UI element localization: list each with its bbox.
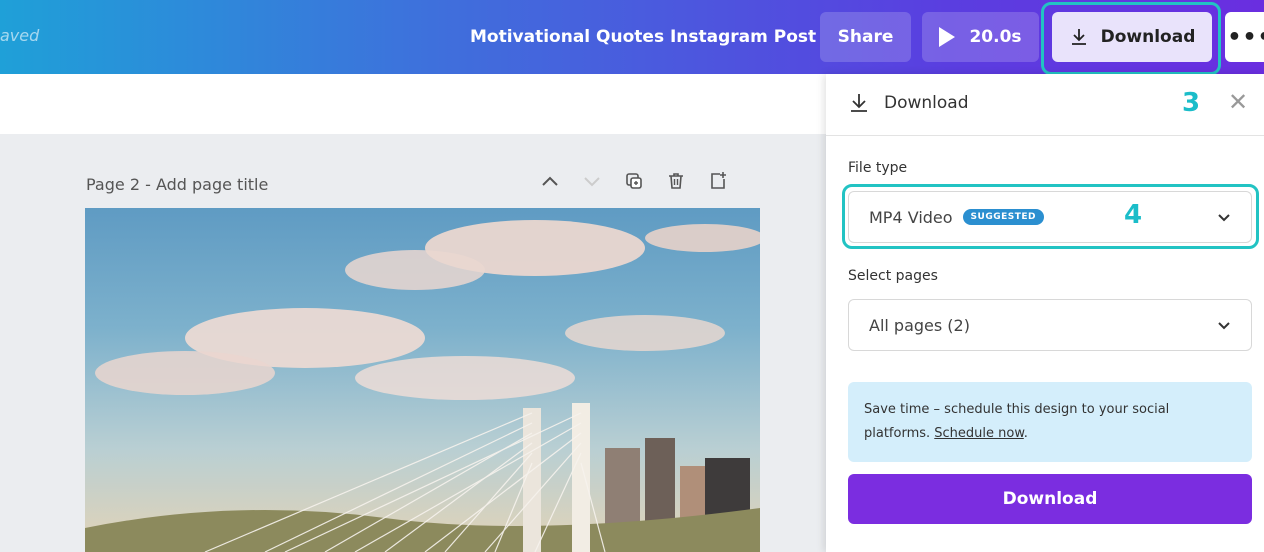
more-button[interactable]: ••• bbox=[1225, 12, 1264, 62]
step-marker-3: 3 bbox=[1182, 88, 1201, 118]
play-icon bbox=[939, 27, 956, 47]
download-icon bbox=[851, 94, 867, 112]
chevron-down-icon bbox=[1217, 316, 1231, 335]
chevron-up-icon[interactable] bbox=[540, 174, 560, 188]
download-button[interactable]: Download bbox=[848, 474, 1252, 524]
document-title[interactable]: Motivational Quotes Instagram Post bbox=[470, 27, 816, 47]
more-icon: ••• bbox=[1227, 24, 1264, 50]
close-icon[interactable]: ✕ bbox=[1228, 88, 1248, 116]
file-type-value: MP4 Video bbox=[869, 207, 953, 227]
design-photo-bridge[interactable] bbox=[85, 208, 760, 552]
download-panel: Download 3 ✕ File type MP4 Video SUGGEST… bbox=[826, 74, 1264, 552]
chevron-down-icon[interactable] bbox=[582, 174, 602, 188]
bridge-image bbox=[85, 220, 760, 552]
trash-icon[interactable] bbox=[666, 171, 686, 191]
saved-status: aved bbox=[0, 26, 40, 45]
page-title[interactable]: Page 2 - Add page title bbox=[86, 175, 268, 194]
page-tools bbox=[540, 171, 728, 191]
panel-divider bbox=[826, 135, 1264, 136]
download-top-label: Download bbox=[1100, 27, 1196, 47]
duration-label: 20.0s bbox=[969, 27, 1022, 47]
add-page-icon[interactable] bbox=[708, 171, 728, 191]
play-button[interactable]: 20.0s bbox=[922, 12, 1039, 62]
canvas-toolbar-area bbox=[0, 74, 826, 134]
chevron-down-icon bbox=[1217, 208, 1231, 227]
share-button[interactable]: Share bbox=[820, 12, 911, 62]
download-icon bbox=[1071, 29, 1086, 45]
download-top-button[interactable]: Download bbox=[1052, 12, 1212, 62]
file-type-label: File type bbox=[848, 160, 908, 176]
file-type-select[interactable]: MP4 Video SUGGESTED bbox=[848, 191, 1252, 243]
suggested-badge: SUGGESTED bbox=[962, 209, 1044, 225]
panel-title: Download bbox=[884, 93, 969, 113]
select-pages-dropdown[interactable]: All pages (2) bbox=[848, 299, 1252, 351]
select-pages-value: All pages (2) bbox=[869, 315, 970, 335]
select-pages-label: Select pages bbox=[848, 268, 938, 284]
panel-header: Download bbox=[848, 92, 969, 114]
schedule-now-link[interactable]: Schedule now bbox=[934, 426, 1024, 441]
info-suffix: . bbox=[1023, 426, 1028, 441]
step-marker-4: 4 bbox=[1124, 200, 1143, 230]
schedule-info-box: Save time – schedule this design to your… bbox=[848, 382, 1252, 462]
duplicate-icon[interactable] bbox=[624, 171, 644, 191]
